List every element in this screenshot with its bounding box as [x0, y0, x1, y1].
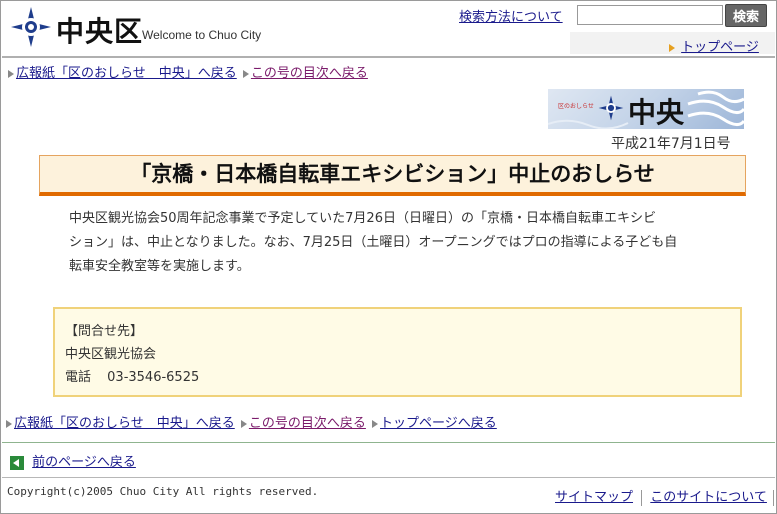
- site-logo[interactable]: 中央区: [10, 6, 142, 48]
- site-tagline: Welcome to Chuo City: [142, 28, 262, 42]
- breadcrumb-top: 広報紙「区のおしらせ 中央」へ戻る この号の目次へ戻る: [8, 62, 368, 81]
- contact-phone: 03-3546-6525: [107, 370, 200, 385]
- sitemap-link[interactable]: サイトマップ: [555, 490, 633, 505]
- contact-box: 【問合せ先】 中央区観光協会 電話 03-3546-6525: [53, 307, 742, 397]
- back-to-newsletter-link[interactable]: 広報紙「区のおしらせ 中央」へ戻る: [14, 416, 235, 431]
- arrow-right-icon: [8, 69, 14, 78]
- top-page-nav: トップページ: [669, 36, 759, 55]
- prev-page-link[interactable]: 前のページへ戻る: [32, 455, 136, 470]
- footer-separator: [641, 489, 643, 506]
- article-body-line: 転車安全教室等を実施します。: [69, 259, 250, 274]
- copyright: Copyright(c)2005 Chuo City All rights re…: [7, 485, 319, 498]
- back-to-toc-link[interactable]: この号の目次へ戻る: [251, 66, 368, 81]
- back-to-top-link[interactable]: トップページへ戻る: [380, 416, 497, 431]
- arrow-right-icon: [240, 419, 247, 428]
- newsletter-banner: 区のおしらせ 中央: [548, 89, 744, 129]
- arrow-right-icon: [669, 43, 675, 52]
- top-page-link[interactable]: トップページ: [681, 40, 759, 55]
- contact-phone-row: 電話 03-3546-6525: [65, 366, 199, 385]
- contact-org: 中央区観光協会: [65, 347, 157, 362]
- contact-phone-label: 電話: [65, 370, 92, 385]
- contact-heading: 【問合せ先】: [65, 324, 144, 339]
- article-title-box: 「京橋・日本橋自転車エキシビション」中止のおしらせ: [39, 155, 746, 196]
- chuo-emblem-icon: [598, 95, 624, 121]
- issue-date: 平成21年7月1日号: [611, 136, 731, 152]
- banner-big-text: 中央: [628, 96, 685, 129]
- header-divider: [2, 56, 775, 58]
- arrow-right-icon: [6, 419, 12, 428]
- search-input[interactable]: [577, 5, 723, 25]
- footer-separator: [773, 489, 775, 506]
- footer-links: サイトマップ このサイトについて: [555, 486, 776, 506]
- back-to-newsletter-link[interactable]: 広報紙「区のおしらせ 中央」へ戻る: [16, 66, 237, 81]
- arrow-right-icon: [372, 419, 379, 428]
- article-title: 「京橋・日本橋自転車エキシビション」中止のおしらせ: [130, 162, 655, 186]
- back-to-toc-link[interactable]: この号の目次へ戻る: [249, 416, 366, 431]
- arrow-right-icon: [242, 69, 249, 78]
- prev-arrow-icon: [10, 455, 24, 470]
- banner-small-text: 区のおしらせ: [558, 103, 594, 110]
- search-button[interactable]: 検索: [725, 4, 767, 27]
- breadcrumb-bottom: 広報紙「区のおしらせ 中央」へ戻る この号の目次へ戻る トップページへ戻る: [6, 412, 497, 431]
- article-body-line: 中央区観光協会50周年記念事業で予定していた7月26日（日曜日）の「京橋・日本橋…: [69, 211, 656, 226]
- logo-text: 中央区: [56, 15, 144, 48]
- about-site-link[interactable]: このサイトについて: [650, 490, 767, 505]
- article-body-line: ション」は、中止となりました。なお、7月25日（土曜日）オープニングではプロの指…: [69, 235, 678, 250]
- section-divider: [2, 442, 775, 443]
- search-help-link[interactable]: 検索方法について: [459, 6, 563, 25]
- prev-page-nav: 前のページへ戻る: [10, 451, 136, 470]
- footer-bar: [2, 477, 775, 478]
- article-body: 中央区観光協会50周年記念事業で予定していた7月26日（日曜日）の「京橋・日本橋…: [69, 207, 749, 279]
- chuo-emblem-icon: [11, 7, 51, 47]
